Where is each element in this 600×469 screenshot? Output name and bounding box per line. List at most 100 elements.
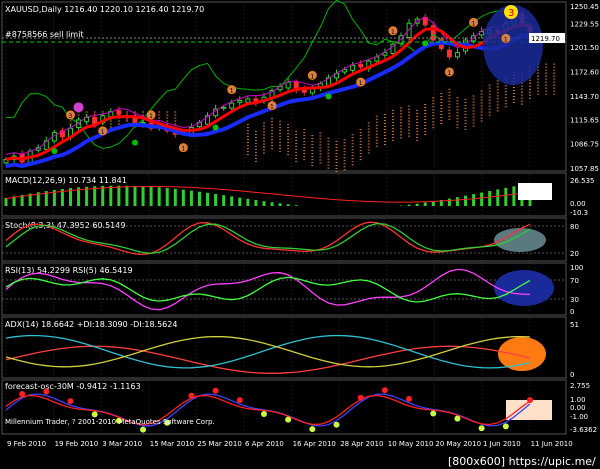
macd-bar	[149, 186, 153, 206]
forecast-dot	[91, 411, 98, 418]
rsi-axis-0: 0	[570, 308, 574, 316]
di-plus-line	[5, 334, 531, 369]
macd-bar	[496, 189, 500, 206]
adx-label: ADX(14) 18.6642 +DI:18.3090 -DI:18.5624	[5, 320, 177, 329]
forecast-dot	[260, 410, 267, 417]
macd-bar	[455, 197, 459, 206]
price-tick-label: 1229.55	[570, 21, 599, 29]
macd-bar	[270, 202, 274, 206]
signal-badge-number: 1	[310, 73, 314, 80]
macd-bar	[431, 201, 435, 206]
current-price-tag-label: 1219.70	[531, 35, 560, 43]
date-tick-label: 20 May 2010	[435, 440, 481, 448]
candle-body	[221, 106, 227, 109]
candle-body	[446, 49, 452, 58]
main-panel[interactable]	[1, 1, 567, 172]
forecast-dot	[454, 415, 461, 422]
date-tick-label: 16 Apr 2010	[293, 440, 336, 448]
forecast-dot	[430, 410, 437, 417]
date-tick-label: 3 Mar 2010	[102, 440, 142, 448]
macd-bar	[488, 190, 492, 206]
signal-badge-number: 1	[181, 146, 185, 153]
macd-bar	[206, 192, 210, 206]
di-minus-line	[5, 335, 531, 368]
macd-bar	[480, 192, 484, 206]
macd-bar	[173, 188, 177, 206]
forecast-axis-top: 2.755	[570, 382, 590, 390]
trading-chart[interactable]: 3 1 1 1 1 1 1 1 1 1 1 1 XAUUSD,Daily 1216.40 1220.1…	[0, 0, 600, 469]
adx-axis-zero: 0	[570, 371, 574, 379]
adx-line	[5, 345, 531, 374]
macd-bar	[294, 205, 298, 206]
macd-bar	[93, 186, 97, 206]
adx-axis-top: 51	[570, 321, 579, 329]
candle-body	[358, 63, 364, 68]
signal-badge-number: 1	[447, 70, 451, 77]
forecast-dot	[212, 387, 219, 394]
macd-bar	[254, 199, 258, 206]
candle-body	[229, 102, 235, 109]
price-tick-label: 1172.60	[570, 68, 599, 76]
signal-badge-number: 1	[391, 29, 395, 36]
main-header: XAUUSD,Daily 1216.40 1220.10 1216.40 121…	[5, 5, 204, 14]
forecast-dot	[502, 423, 509, 430]
macd-bar	[464, 195, 468, 206]
date-tick-label: 1 Jun 2010	[483, 440, 521, 448]
rsi-label: RSI(13) 54.2299 RSI(5) 46.5419	[5, 266, 133, 275]
macd-bar	[286, 204, 290, 206]
date-tick-label: 9 Feb 2010	[7, 440, 46, 448]
forecast-label: forecast-osc-30M -0.9412 -1.1163	[5, 382, 141, 391]
forecast-axis-neg1: -1.00	[570, 413, 588, 421]
macd-bar	[4, 197, 8, 206]
price-axis: 1250.45 1229.55 1201.50 1172.60 1143.70 1115.…	[570, 3, 599, 173]
macd-bar	[197, 191, 201, 206]
signal-badge-number: 1	[270, 104, 274, 111]
macd-bar	[246, 198, 250, 206]
green-dot	[422, 40, 429, 47]
macd-highlight-box	[518, 183, 552, 200]
forecast-axis-1: 1.00	[570, 396, 586, 404]
stoch-axis-80: 80	[570, 223, 579, 231]
date-tick-label: 15 Mar 2010	[150, 440, 194, 448]
macd-histogram	[4, 183, 532, 206]
macd-bar	[109, 185, 113, 206]
candle-body	[285, 81, 291, 89]
date-tick-label: 6 Apr 2010	[245, 440, 284, 448]
macd-bar	[407, 204, 411, 206]
forecast-dot	[236, 397, 243, 404]
signal-badge-number: 1	[504, 36, 508, 43]
forecast-axis-0: 0.00	[570, 404, 586, 412]
candle-body	[237, 100, 243, 103]
price-tick-label: 1143.70	[570, 93, 599, 101]
rsi-axis-30: 30	[570, 296, 579, 304]
rsi-highlight-ellipse	[494, 270, 554, 306]
macd-bar	[141, 186, 145, 206]
green-dot	[325, 93, 332, 100]
macd-bar	[165, 187, 169, 206]
macd-bar	[447, 198, 451, 206]
macd-bar	[133, 185, 137, 206]
forecast-dot	[140, 426, 147, 433]
green-dot	[51, 148, 58, 155]
adx-highlight-ellipse	[498, 337, 546, 371]
candle-body	[350, 64, 356, 71]
forecast-dot	[19, 391, 26, 398]
forecast-dot	[527, 396, 533, 403]
copyright-text: Millennium Trader, ? 2001-2010 MetaQuote…	[5, 418, 215, 426]
candle-body	[245, 98, 251, 103]
macd-bar	[230, 196, 234, 206]
macd-signal-line	[5, 185, 531, 203]
macd-bar	[512, 186, 516, 206]
green-dot	[131, 139, 138, 146]
date-tick-label: 19 Feb 2010	[55, 440, 99, 448]
macd-bar	[181, 189, 185, 206]
forecast-dot	[333, 421, 340, 428]
rsi-axis-70: 70	[570, 277, 579, 285]
signal-badge-number: 1	[101, 129, 105, 136]
forecast-dot	[285, 416, 292, 423]
forecast-dot	[381, 387, 388, 394]
forecast-dot	[67, 398, 74, 405]
forecast-dot	[43, 388, 50, 395]
price-tick-label: 1250.45	[570, 3, 599, 11]
watermark: [800x600] https://upic.me/	[448, 455, 596, 468]
